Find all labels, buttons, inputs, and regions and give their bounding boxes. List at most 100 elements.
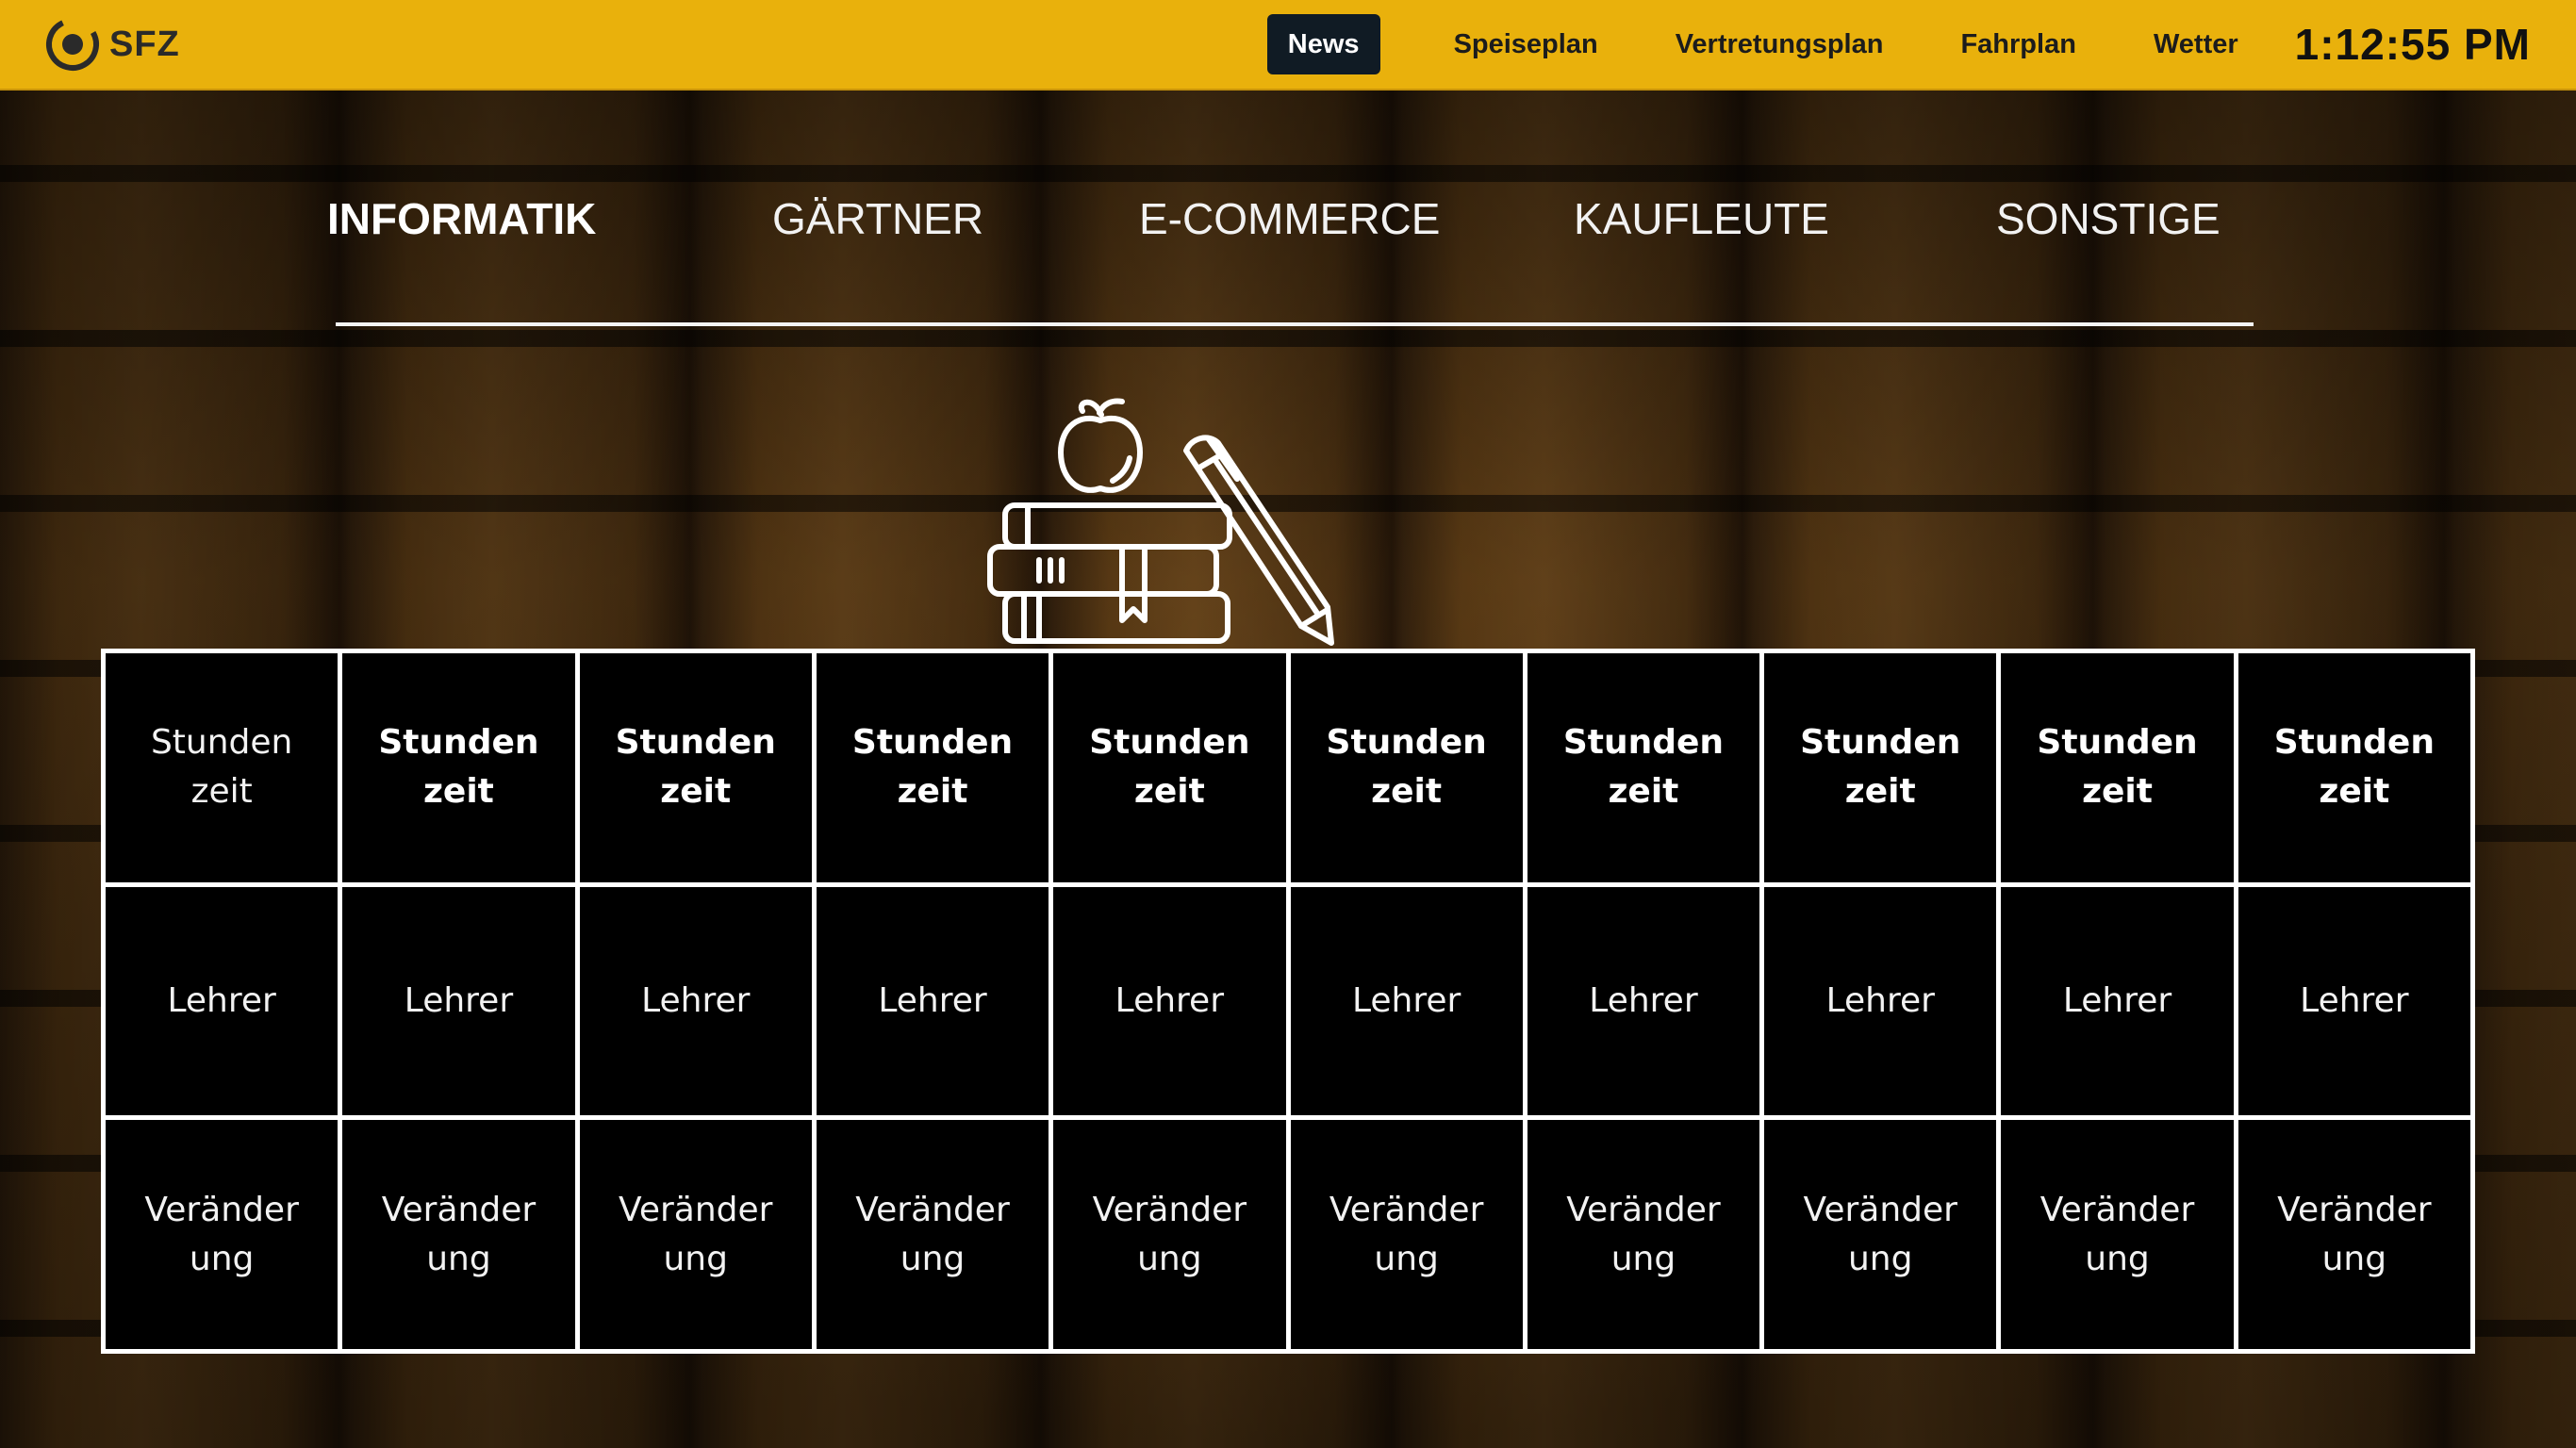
cell-line: Veränder: [2039, 1190, 2195, 1229]
tab-e-commerce[interactable]: E-COMMERCE: [1139, 193, 1440, 244]
schedule-cell-lehrer: Lehrer: [1290, 886, 1523, 1116]
cell-line: Veränder: [619, 1190, 773, 1229]
cell-line: Lehrer: [1825, 980, 1935, 1020]
schedule-cell-lehrer: Lehrer: [342, 886, 575, 1116]
cell-line: Veränder: [144, 1190, 299, 1229]
cell-line: zeit: [660, 772, 732, 812]
schedule-cell-stundenzeit: Stunden zeit: [2001, 653, 2234, 882]
cell-text: Stunden zeit: [2037, 718, 2197, 816]
cell-line: ung: [1374, 1239, 1439, 1278]
cell-text: Veränder ung: [1329, 1186, 1483, 1284]
logo[interactable]: SFZ: [43, 13, 180, 75]
schedule-table: Stunden zeit Stunden zeit Stunden zeit Stunden…: [101, 649, 2475, 1354]
cell-text: Lehrer: [1115, 977, 1224, 1026]
cell-line: Lehrer: [641, 980, 751, 1020]
cell-line: ung: [900, 1239, 966, 1278]
cell-text: Veränder ung: [855, 1186, 1009, 1284]
cell-line: zeit: [2082, 772, 2153, 812]
tab-gaertner[interactable]: GÄRTNER: [772, 193, 983, 244]
cell-text: Stunden zeit: [2274, 718, 2435, 816]
main-nav: News Speiseplan Vertretungsplan Fahrplan…: [1266, 14, 2576, 74]
cell-line: Veränder: [1092, 1190, 1247, 1229]
schedule-cell-lehrer: Lehrer: [2237, 886, 2470, 1116]
tab-kaufleute[interactable]: KAUFLEUTE: [1574, 193, 1829, 244]
schedule-cell-stundenzeit: Stunden zeit: [1290, 653, 1523, 882]
schedule-cell-stundenzeit: Stunden zeit: [1053, 653, 1286, 882]
cell-line: zeit: [190, 772, 253, 812]
nav-vertretungsplan[interactable]: Vertretungsplan: [1655, 14, 1905, 74]
cell-line: zeit: [2319, 772, 2390, 812]
cell-text: Lehrer: [1589, 977, 1697, 1026]
nav-speiseplan[interactable]: Speiseplan: [1433, 14, 1619, 74]
schedule-cell-veraenderung: Veränder ung: [579, 1120, 812, 1349]
nav-news[interactable]: News: [1266, 14, 1380, 74]
schedule-cell-veraenderung: Veränder ung: [2237, 1120, 2470, 1349]
schedule-cell-veraenderung: Veränder ung: [106, 1120, 339, 1349]
cell-text: Lehrer: [878, 977, 986, 1026]
schedule-cell-lehrer: Lehrer: [579, 886, 812, 1116]
schedule-cell-veraenderung: Veränder ung: [1764, 1120, 1997, 1349]
clock: 1:12:55 PM: [2294, 20, 2531, 69]
schedule-cell-stundenzeit: Stunden zeit: [1764, 653, 1997, 882]
cell-line: Stunden: [1326, 723, 1487, 763]
cell-text: Stunden zeit: [1800, 718, 1960, 816]
cell-line: Stunden: [1089, 723, 1250, 763]
cell-line: Stunden: [378, 723, 539, 763]
cell-text: Stunden zeit: [852, 718, 1013, 816]
cell-text: Veränder ung: [144, 1186, 298, 1284]
nav-fahrplan[interactable]: Fahrplan: [1940, 14, 2096, 74]
category-tabs: INFORMATIK GÄRTNER E-COMMERCE KAUFLEUTE …: [0, 193, 2576, 259]
schedule-cell-lehrer: Lehrer: [106, 886, 339, 1116]
cell-text: Lehrer: [1352, 977, 1461, 1026]
cell-line: Lehrer: [1589, 980, 1698, 1020]
cell-line: ung: [189, 1239, 255, 1278]
schedule-cell-veraenderung: Veränder ung: [342, 1120, 575, 1349]
cell-text: Lehrer: [641, 977, 750, 1026]
cell-text: Veränder ung: [1804, 1186, 1957, 1284]
schedule-cell-lehrer: Lehrer: [2001, 886, 2234, 1116]
cell-line: zeit: [897, 772, 968, 812]
cell-line: ung: [1847, 1239, 1913, 1278]
cell-line: ung: [426, 1239, 491, 1278]
cell-line: Veränder: [381, 1190, 537, 1229]
cell-line: Lehrer: [2062, 980, 2172, 1020]
schedule-cell-stundenzeit: Stunden zeit: [106, 653, 339, 882]
cell-text: Stunden zeit: [378, 718, 538, 816]
cell-line: ung: [1610, 1239, 1676, 1278]
schedule-cell-lehrer: Lehrer: [1527, 886, 1760, 1116]
cell-text: Lehrer: [405, 977, 513, 1026]
schedule-cell-veraenderung: Veränder ung: [816, 1120, 1049, 1349]
cell-line: ung: [663, 1239, 728, 1278]
cell-line: ung: [2085, 1239, 2150, 1278]
sfz-logo-icon: [46, 17, 99, 71]
cell-line: ung: [2321, 1239, 2387, 1278]
cell-line: Veränder: [2277, 1190, 2432, 1229]
schedule-cell-veraenderung: Veränder ung: [1290, 1120, 1523, 1349]
cell-line: Lehrer: [167, 980, 276, 1020]
tab-informatik[interactable]: INFORMATIK: [327, 193, 596, 244]
cell-line: Veränder: [855, 1190, 1010, 1229]
cell-line: Stunden: [1562, 723, 1725, 763]
schedule-cell-stundenzeit: Stunden zeit: [816, 653, 1049, 882]
schedule-cell-lehrer: Lehrer: [816, 886, 1049, 1116]
cell-line: Veränder: [1566, 1190, 1721, 1229]
cell-line: Lehrer: [404, 980, 514, 1020]
cell-line: zeit: [1608, 772, 1679, 812]
cell-text: Stunden zeit: [1327, 718, 1487, 816]
cell-line: Stunden: [2037, 723, 2198, 763]
schedule-cell-stundenzeit: Stunden zeit: [2237, 653, 2470, 882]
tab-sonstige[interactable]: SONSTIGE: [1996, 193, 2221, 244]
top-bar: SFZ News Speiseplan Vertretungsplan Fahr…: [0, 0, 2576, 90]
schedule-cell-veraenderung: Veränder ung: [2001, 1120, 2234, 1349]
schedule-cell-lehrer: Lehrer: [1053, 886, 1286, 1116]
cell-line: Veränder: [1803, 1190, 1957, 1229]
cell-line: Stunden: [150, 723, 293, 763]
cell-line: Stunden: [1800, 723, 1961, 763]
cell-line: zeit: [422, 772, 494, 812]
schedule-cell-stundenzeit: Stunden zeit: [579, 653, 812, 882]
cell-line: Lehrer: [1351, 980, 1461, 1020]
cell-line: Stunden: [615, 723, 776, 763]
cell-text: Lehrer: [1826, 977, 1935, 1026]
cell-text: Veränder ung: [2040, 1186, 2194, 1284]
nav-wetter[interactable]: Wetter: [2133, 14, 2259, 74]
